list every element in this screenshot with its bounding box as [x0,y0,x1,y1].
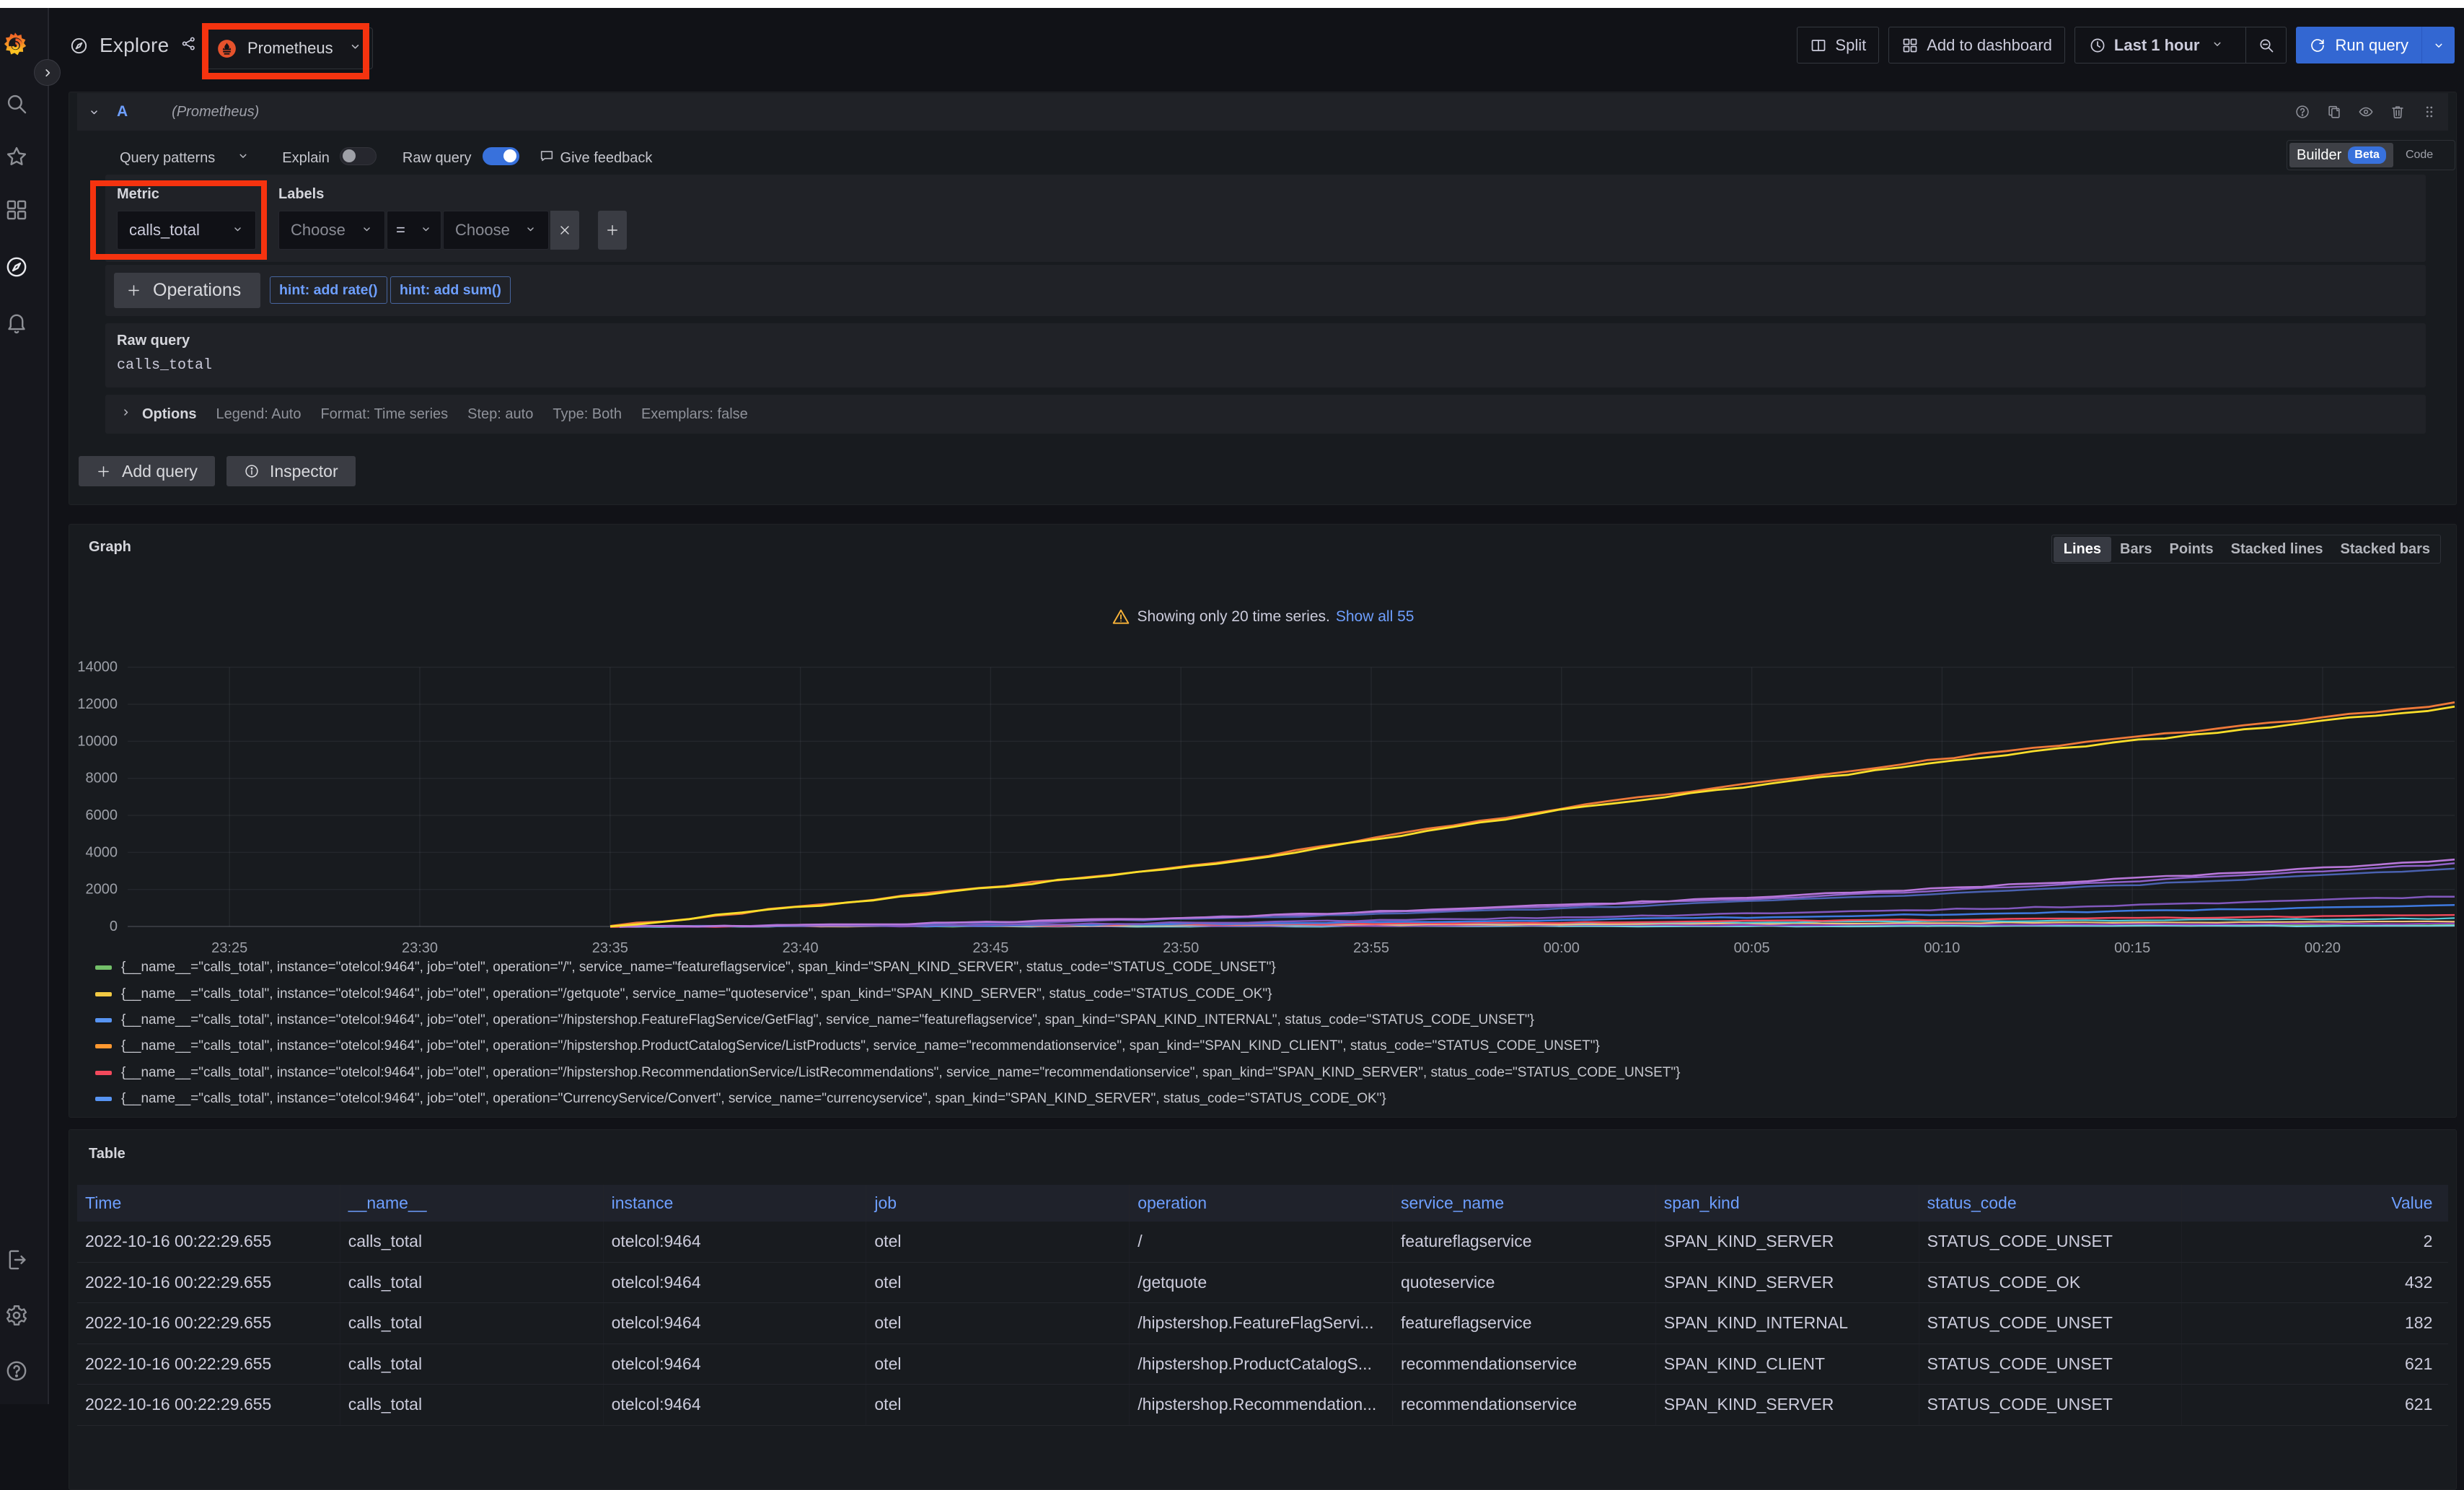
svg-text:23:55: 23:55 [1353,940,1389,956]
svg-text:2000: 2000 [86,882,118,898]
svg-text:23:45: 23:45 [972,940,1008,956]
svg-text:0: 0 [110,919,118,934]
svg-text:23:30: 23:30 [402,940,438,956]
svg-text:00:15: 00:15 [2114,940,2150,956]
svg-text:6000: 6000 [86,807,118,823]
svg-text:00:10: 00:10 [1924,940,1960,956]
svg-text:23:35: 23:35 [592,940,628,956]
svg-text:00:05: 00:05 [1734,940,1770,956]
svg-text:00:20: 00:20 [2305,940,2341,956]
svg-text:4000: 4000 [86,844,118,860]
svg-text:23:40: 23:40 [783,940,819,956]
svg-text:10000: 10000 [77,733,118,749]
svg-text:23:50: 23:50 [1163,940,1199,956]
svg-text:8000: 8000 [86,771,118,786]
svg-text:14000: 14000 [77,659,118,675]
svg-text:00:00: 00:00 [1544,940,1580,956]
svg-text:23:25: 23:25 [211,940,247,956]
svg-text:12000: 12000 [77,696,118,712]
